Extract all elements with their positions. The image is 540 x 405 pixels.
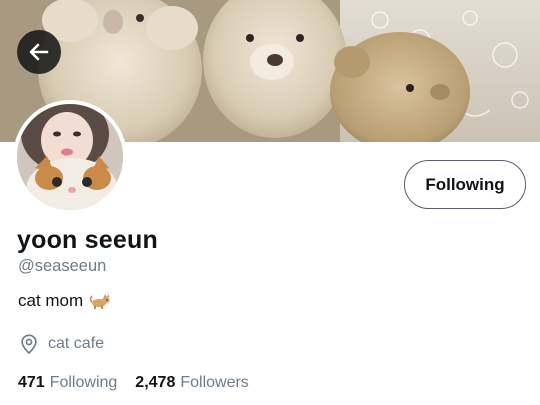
followers-label: Followers [180, 374, 249, 391]
location-pin-icon [21, 334, 37, 355]
username-handle: @seaseeun [18, 257, 107, 275]
location: cat cafe [18, 333, 104, 355]
avatar-image [17, 104, 123, 210]
following-label: Following [49, 374, 118, 391]
arrow-left-icon [29, 43, 49, 61]
bio-text: cat mom [18, 291, 84, 310]
following-stat[interactable]: 471 Following [18, 374, 117, 392]
follow-stats: 471 Following 2,478 Followers [18, 374, 249, 392]
following-button[interactable]: Following [404, 160, 526, 209]
following-count: 471 [18, 374, 45, 391]
avatar[interactable] [13, 100, 127, 214]
location-text: cat cafe [48, 335, 105, 352]
cat-emoji-icon [89, 294, 110, 309]
bio: cat mom [18, 291, 111, 311]
back-button[interactable] [17, 30, 61, 74]
followers-count: 2,478 [135, 374, 176, 391]
display-name: yoon seeun [17, 226, 158, 254]
followers-stat[interactable]: 2,478 Followers [135, 374, 249, 392]
